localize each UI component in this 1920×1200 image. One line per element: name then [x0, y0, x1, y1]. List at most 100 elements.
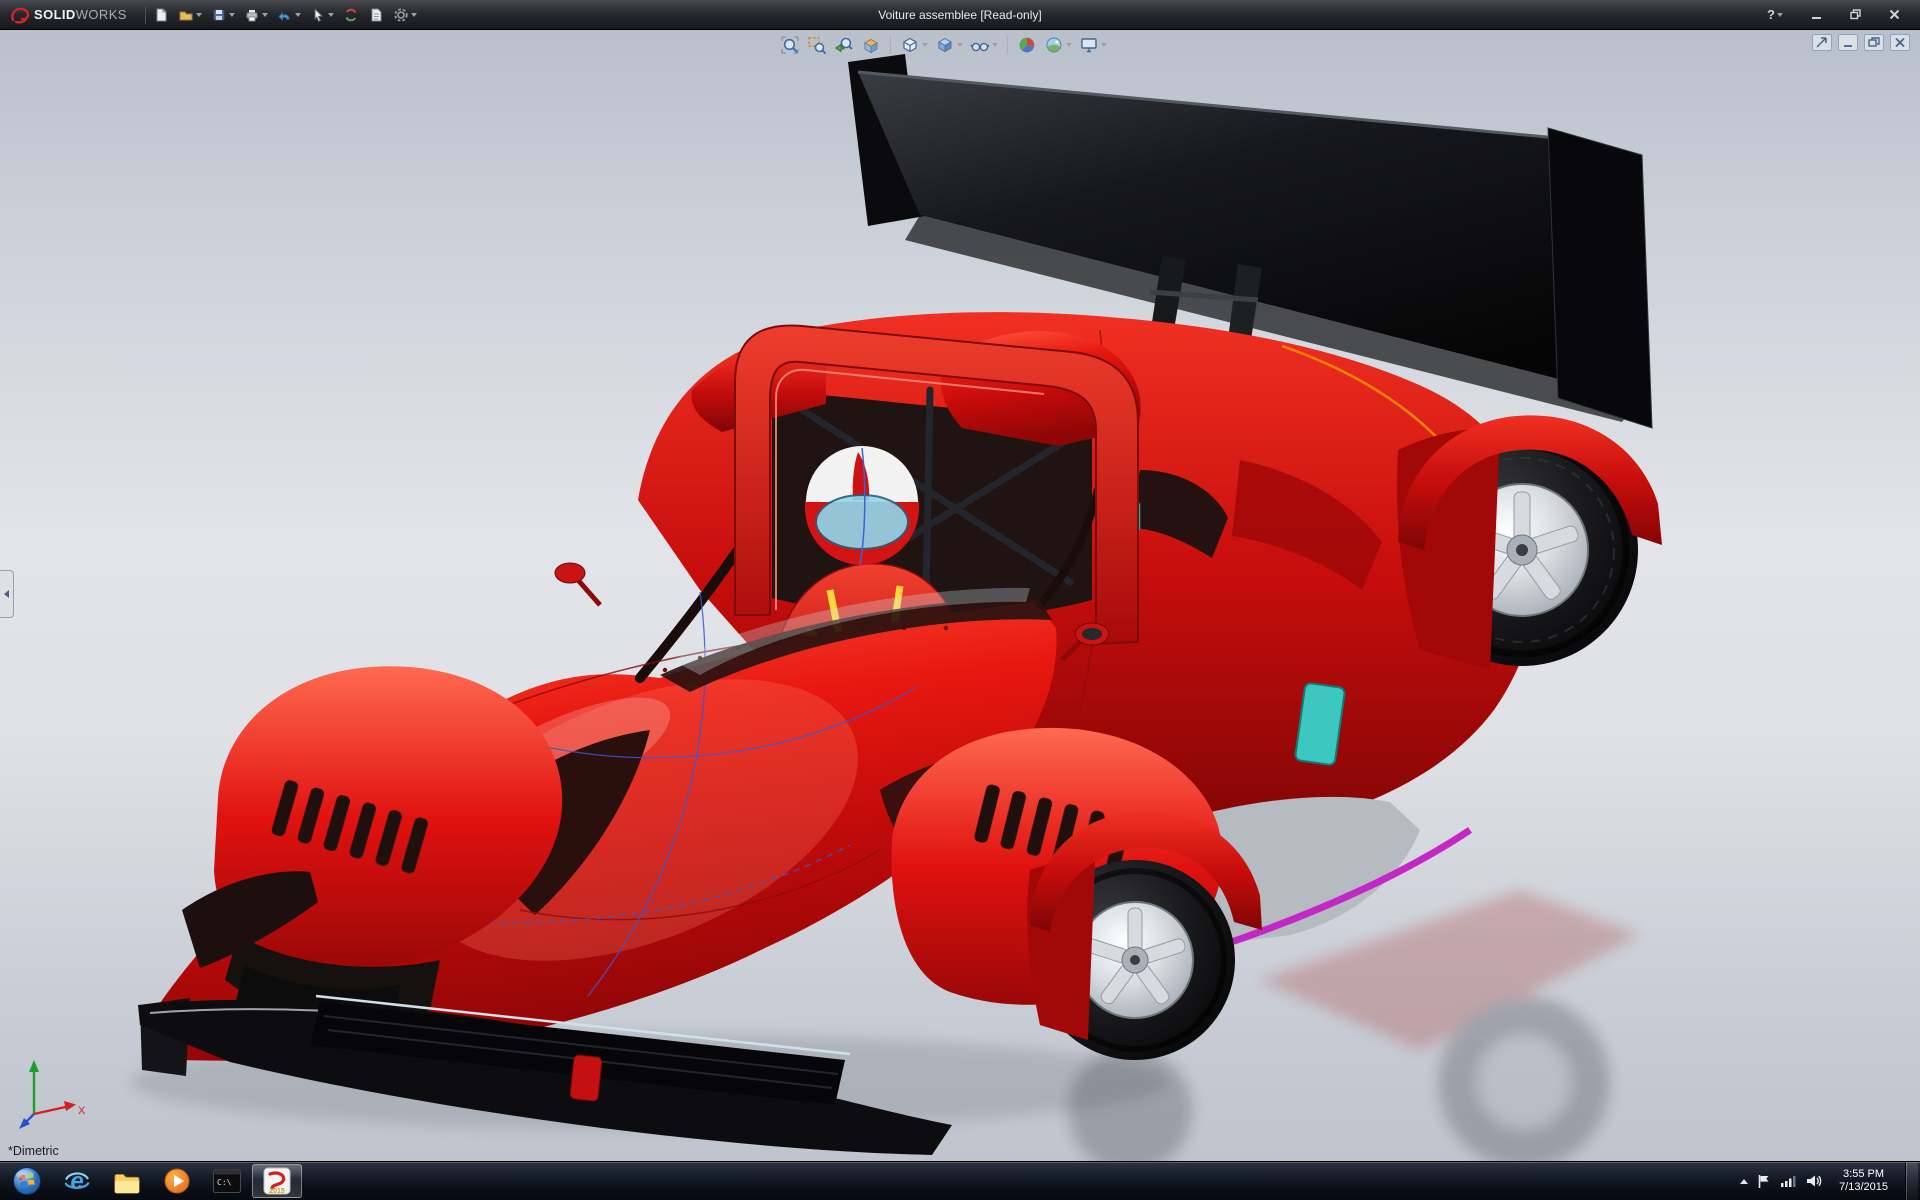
open-document-icon [178, 7, 194, 23]
view-settings-button[interactable] [1077, 33, 1109, 57]
command-prompt-icon: C:\ [212, 1168, 242, 1194]
dropdown-caret-icon [295, 13, 301, 17]
title-bar: SOLIDWORKS [0, 0, 1920, 30]
file-properties-icon [368, 7, 384, 23]
collapse-panes-icon [1815, 36, 1829, 49]
print-button[interactable] [241, 3, 271, 27]
solidworks-version-badge: 2015 [269, 1188, 285, 1195]
speaker-icon [1806, 1174, 1822, 1188]
taskbar-command-prompt-button[interactable]: C:\ [202, 1162, 252, 1200]
minimize-document-button[interactable] [1838, 34, 1858, 51]
zoom-to-area-button[interactable] [805, 33, 829, 57]
apply-scene-icon [1044, 35, 1064, 55]
view-orientation-label: *Dimetric [8, 1144, 59, 1158]
undo-button[interactable] [274, 3, 304, 27]
chevron-left-icon [4, 590, 9, 598]
action-center-button[interactable] [1757, 1174, 1771, 1189]
select-button[interactable] [307, 3, 337, 27]
taskbar-solidworks-button[interactable]: 2015 [252, 1164, 302, 1198]
volume-tray-button[interactable] [1806, 1174, 1822, 1188]
show-desktop-button[interactable] [1905, 1162, 1918, 1200]
close-button[interactable] [1883, 8, 1906, 21]
close-icon [1889, 9, 1900, 20]
dropdown-caret-icon [1777, 13, 1783, 17]
restore-document-button[interactable] [1864, 34, 1884, 51]
collapse-panes-button[interactable] [1812, 34, 1832, 51]
tow-hook [570, 1055, 602, 1102]
clock-time: 3:55 PM [1843, 1168, 1884, 1181]
dropdown-caret-icon [411, 13, 417, 17]
help-button[interactable]: ? [1761, 6, 1789, 23]
hide-show-items-button[interactable] [968, 33, 1000, 57]
media-player-icon [163, 1167, 191, 1195]
hide-show-items-icon [970, 35, 990, 55]
view-orientation-button[interactable] [898, 33, 930, 57]
rebuild-icon [343, 7, 359, 23]
dropdown-caret-icon [1066, 43, 1072, 47]
edit-appearance-icon [1017, 35, 1037, 55]
minimize-icon [1811, 9, 1822, 20]
dropdown-caret-icon [229, 13, 235, 17]
view-settings-icon [1079, 35, 1099, 55]
toolbar-separator [890, 36, 891, 54]
apply-scene-button[interactable] [1042, 33, 1074, 57]
save-button[interactable] [208, 3, 238, 27]
save-icon [211, 7, 227, 23]
restore-document-icon [1867, 36, 1881, 49]
start-button[interactable] [2, 1162, 52, 1200]
edit-appearance-button[interactable] [1015, 33, 1039, 57]
zoom-to-area-icon [807, 35, 827, 55]
dropdown-caret-icon [1101, 43, 1107, 47]
taskbar-clock[interactable]: 3:55 PM 7/13/2015 [1831, 1168, 1896, 1194]
internet-explorer-icon: e [62, 1166, 92, 1196]
undo-icon [277, 7, 293, 23]
new-document-icon [153, 7, 169, 23]
solidworks-logo: SOLIDWORKS [10, 6, 127, 24]
view-orientation-icon [900, 35, 920, 55]
taskbar-internet-explorer-button[interactable]: e [52, 1162, 102, 1200]
dropdown-caret-icon [262, 13, 268, 17]
zoom-to-fit-icon [780, 35, 800, 55]
options-button[interactable] [390, 3, 420, 27]
options-gear-icon [393, 7, 409, 23]
folder-icon [112, 1168, 142, 1194]
close-document-button[interactable] [1890, 34, 1910, 51]
previous-view-icon [834, 35, 854, 55]
dropdown-caret-icon [196, 13, 202, 17]
heads-up-view-toolbar [778, 33, 1109, 57]
show-hidden-icons-button[interactable] [1740, 1179, 1748, 1184]
open-document-button[interactable] [175, 3, 205, 27]
solidworks-window: SOLIDWORKS [0, 0, 1920, 1200]
network-tray-button[interactable] [1780, 1174, 1797, 1188]
rebuild-button[interactable] [340, 3, 362, 27]
logo-text-bold: SOLID [34, 7, 76, 22]
orientation-triad: X [12, 1048, 92, 1137]
model-3d-view[interactable] [0, 30, 1920, 1161]
restore-button[interactable] [1844, 8, 1867, 21]
file-properties-button[interactable] [365, 3, 387, 27]
toolbar-separator [145, 6, 146, 24]
panel-collapse-tab[interactable] [0, 570, 14, 618]
help-label: ? [1767, 7, 1775, 22]
taskbar-media-player-button[interactable] [152, 1162, 202, 1200]
clock-date: 7/13/2015 [1839, 1181, 1888, 1194]
minimize-button[interactable] [1805, 8, 1828, 21]
display-style-button[interactable] [933, 33, 965, 57]
action-center-flag-icon [1757, 1174, 1771, 1189]
section-view-button[interactable] [859, 33, 883, 57]
document-window-controls [1812, 34, 1910, 51]
previous-view-button[interactable] [832, 33, 856, 57]
svg-text:C:\: C:\ [217, 1178, 232, 1187]
windows-start-orb-icon [12, 1166, 42, 1196]
toolbar-separator [1007, 36, 1008, 54]
taskbar-windows-explorer-button[interactable] [102, 1162, 152, 1200]
network-icon [1780, 1174, 1797, 1188]
print-icon [244, 7, 260, 23]
zoom-to-fit-button[interactable] [778, 33, 802, 57]
new-document-button[interactable] [150, 3, 172, 27]
helmet-visor [816, 495, 908, 549]
dropdown-caret-icon [922, 43, 928, 47]
graphics-area[interactable]: X *Dimetric [0, 30, 1920, 1161]
minimize-document-icon [1841, 36, 1855, 49]
dropdown-caret-icon [957, 43, 963, 47]
